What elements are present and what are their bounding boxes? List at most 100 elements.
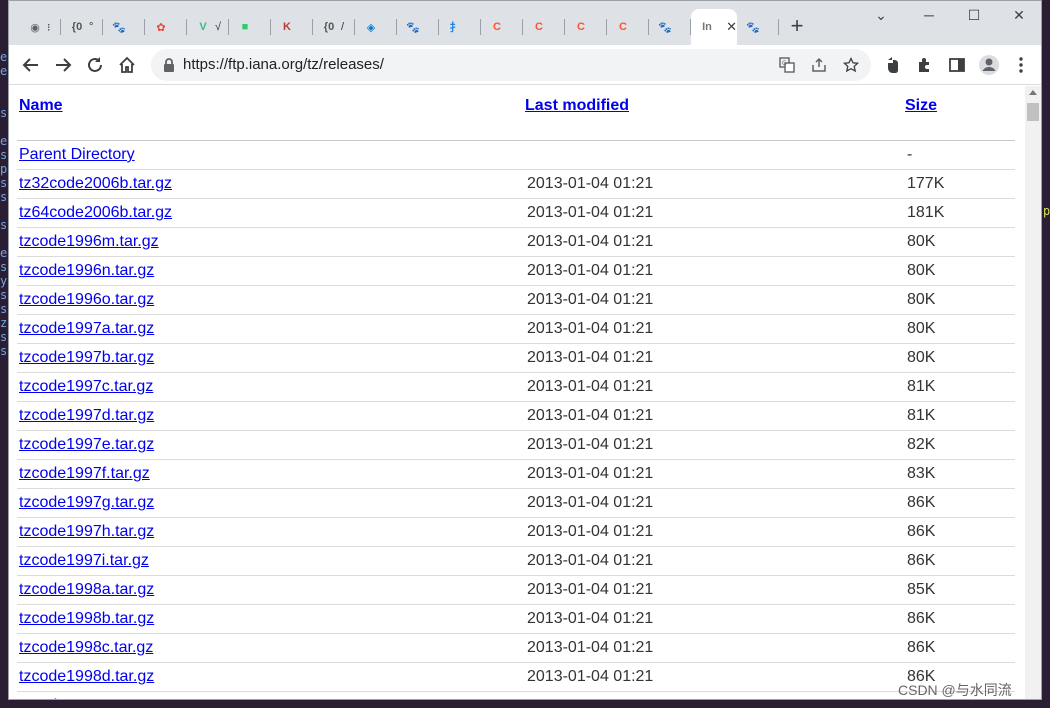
new-tab-button[interactable]: + [785, 14, 809, 38]
browser-tab[interactable]: C [565, 9, 607, 45]
csdn-icon: C [619, 21, 627, 33]
background-terminal-right: p [1043, 204, 1050, 218]
file-link[interactable]: tzcode1998c.tar.gz [19, 639, 153, 656]
reload-button[interactable] [83, 53, 107, 77]
browser-tab[interactable]: {0 / [313, 9, 355, 45]
browser-tab[interactable]: C [523, 9, 565, 45]
home-button[interactable] [115, 53, 139, 77]
file-size-cell: 86K [905, 488, 1015, 518]
green-badge-icon: ■ [241, 21, 249, 33]
close-window-button[interactable]: ✕ [1009, 7, 1029, 24]
file-modified-cell: 2013-01-04 01:21 [525, 401, 905, 431]
url-text[interactable]: https://ftp.iana.org/tz/releases/ [183, 56, 384, 73]
file-modified-cell: 2013-01-04 01:21 [525, 372, 905, 402]
evernote-extension-icon[interactable] [881, 53, 905, 77]
scroll-up-arrow-icon[interactable] [1029, 90, 1037, 95]
file-size-cell: 86K [905, 546, 1015, 576]
browser-tab[interactable]: C [481, 9, 523, 45]
minimize-button[interactable]: ─ [919, 7, 939, 23]
scrollbar-thumb[interactable] [1027, 103, 1039, 121]
browser-window: ◉ ⁝ {0 ° 🐾 ✿ V √ ■ K {0/◈ 🐾 扌 C C C C 🐾 In ✕ 🐾 + ⌄ ─ ☐ ✕ htt… [8, 0, 1042, 700]
forward-button[interactable] [51, 53, 75, 77]
vertical-scrollbar[interactable] [1025, 86, 1041, 699]
share-icon[interactable] [809, 55, 829, 75]
file-link[interactable]: tzcode1997a.tar.gz [19, 320, 154, 337]
browser-tab[interactable]: In ✕ [691, 9, 737, 45]
table-row: tzcode1997e.tar.gz 2013-01-04 01:21 82K [17, 430, 1015, 460]
translate-icon[interactable]: G [777, 55, 797, 75]
file-link[interactable]: tzcode1997c.tar.gz [19, 378, 153, 395]
file-modified-cell: 2013-01-04 01:21 [525, 430, 905, 460]
file-link[interactable]: tzcode1996n.tar.gz [19, 262, 154, 279]
back-button[interactable] [19, 53, 43, 77]
file-link[interactable]: tzcode1998b.tar.gz [19, 610, 154, 627]
header-last-modified: Last modified [525, 86, 905, 126]
bookmark-star-icon[interactable] [841, 55, 861, 75]
extensions-puzzle-icon[interactable] [913, 53, 937, 77]
file-link[interactable]: tzcode1996o.tar.gz [19, 291, 154, 308]
table-row: tzcode1996m.tar.gz 2013-01-04 01:21 80K [17, 227, 1015, 257]
file-link[interactable]: tzcode1998e.tar.gz [19, 697, 154, 699]
file-size-cell: 86K [905, 604, 1015, 634]
file-modified-cell: 2013-01-04 01:21 [525, 227, 905, 257]
profile-avatar-icon[interactable] [977, 53, 1001, 77]
file-link[interactable]: tzcode1998d.tar.gz [19, 668, 154, 685]
baidu-icon: 🐾 [112, 21, 126, 34]
file-size-cell: 80K [905, 256, 1015, 286]
browser-tab[interactable]: 🐾 [103, 9, 145, 45]
side-panel-icon[interactable] [945, 53, 969, 77]
file-size-cell: 81K [905, 372, 1015, 402]
file-link[interactable]: tzcode1996m.tar.gz [19, 233, 159, 250]
lock-icon[interactable] [163, 57, 175, 73]
background-terminal: eesespsssesysszss [0, 50, 8, 358]
file-name-cell: tzcode1997i.tar.gz [17, 546, 525, 576]
maximize-button[interactable]: ☐ [964, 7, 984, 24]
browser-tab[interactable]: {0 ° [61, 9, 103, 45]
parent-modified [525, 140, 905, 170]
file-modified-cell: 2013-01-04 01:21 [525, 285, 905, 315]
file-link[interactable]: tzcode1997e.tar.gz [19, 436, 154, 453]
braces-icon: {0 [71, 21, 83, 33]
file-modified-cell: 2013-01-04 01:21 [525, 459, 905, 489]
tab-search-icon[interactable]: ⌄ [871, 7, 891, 24]
address-bar[interactable]: https://ftp.iana.org/tz/releases/ G [151, 49, 871, 81]
file-link[interactable]: tzcode1997g.tar.gz [19, 494, 154, 511]
file-link[interactable]: tz64code2006b.tar.gz [19, 204, 172, 221]
file-modified-cell: 2013-01-04 01:21 [525, 691, 905, 699]
browser-tab[interactable]: ■ [229, 9, 271, 45]
table-row: tzcode1996n.tar.gz 2013-01-04 01:21 80K [17, 256, 1015, 286]
directory-listing-table: Name Last modified Size Parent Directory… [17, 86, 1015, 699]
file-link[interactable]: tz32code2006b.tar.gz [19, 175, 172, 192]
browser-tab[interactable]: V √ [187, 9, 229, 45]
file-link[interactable]: tzcode1997i.tar.gz [19, 552, 149, 569]
file-link[interactable]: tzcode1997f.tar.gz [19, 465, 150, 482]
browser-tab[interactable]: 🐾 [737, 9, 779, 45]
iana-icon: In [702, 21, 712, 33]
file-link[interactable]: tzcode1998a.tar.gz [19, 581, 154, 598]
more-menu-icon[interactable] [1009, 53, 1033, 77]
header-name: Name [17, 86, 525, 126]
file-name-cell: tzcode1997g.tar.gz [17, 488, 525, 518]
browser-tab[interactable]: 扌 [439, 9, 481, 45]
parent-directory-link[interactable]: Parent Directory [19, 146, 135, 163]
browser-tab[interactable]: C [607, 9, 649, 45]
sort-by-modified-link[interactable]: Last modified [525, 97, 629, 114]
close-tab-icon[interactable]: ✕ [726, 19, 737, 35]
browser-tab[interactable]: 🐾 [397, 9, 439, 45]
forward-arrow-icon [56, 58, 72, 72]
file-modified-cell: 2013-01-04 01:21 [525, 662, 905, 692]
home-icon [119, 56, 135, 73]
sort-by-size-link[interactable]: Size [905, 97, 937, 114]
browser-tab[interactable]: ◈ [355, 9, 397, 45]
sort-by-name-link[interactable]: Name [19, 97, 63, 114]
file-link[interactable]: tzcode1997d.tar.gz [19, 407, 154, 424]
browser-tab[interactable]: 🐾 [649, 9, 691, 45]
back-arrow-icon [22, 58, 38, 72]
file-link[interactable]: tzcode1997h.tar.gz [19, 523, 154, 540]
browser-tab[interactable]: ✿ [145, 9, 187, 45]
browser-tab[interactable]: K [271, 9, 313, 45]
file-link[interactable]: tzcode1997b.tar.gz [19, 349, 154, 366]
table-row: tzcode1997d.tar.gz 2013-01-04 01:21 81K [17, 401, 1015, 431]
browser-tab[interactable]: ◉ ⁝ [19, 9, 61, 45]
file-name-cell: tzcode1996o.tar.gz [17, 285, 525, 315]
